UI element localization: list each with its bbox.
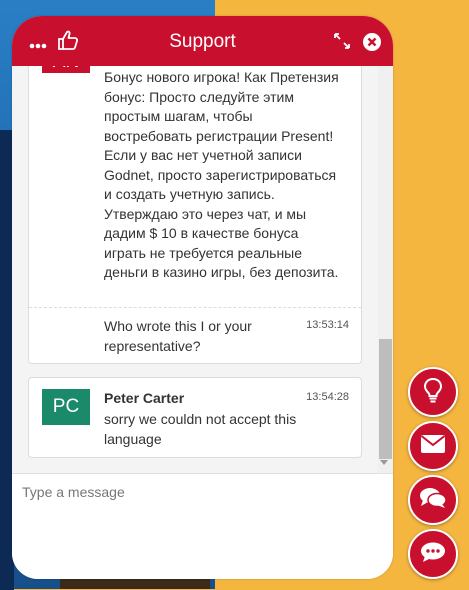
message-text: Бонус нового игрока! Как Претензия бонус… <box>104 69 339 280</box>
message-text: sorry we couldn not accept this language <box>104 411 297 447</box>
avatar: AN <box>42 66 90 73</box>
close-icon[interactable] <box>362 32 382 57</box>
chat-bubbles-icon <box>419 487 447 514</box>
lightbulb-icon <box>422 377 444 408</box>
chat-icon <box>420 541 446 568</box>
envelope-icon <box>420 434 446 459</box>
message-divider <box>29 307 361 308</box>
ideas-button[interactable] <box>408 367 458 417</box>
scrollbar-thumb[interactable] <box>379 339 392 459</box>
message-card: PC Peter Carter 13:54:28 sorry we couldn… <box>28 377 362 458</box>
avatar-initials: PC <box>52 396 80 417</box>
message-list: AN Бонус нового игрока! Как Претензия бо… <box>12 66 393 473</box>
message-text: Who wrote this I or your representative? <box>104 318 252 354</box>
message-sender: Peter Carter <box>104 390 185 406</box>
chat-button[interactable] <box>408 529 458 579</box>
message-input[interactable] <box>20 482 374 566</box>
message-timestamp: 13:54:28 <box>306 391 349 403</box>
avatar: PC <box>42 389 90 425</box>
live-chat-button[interactable] <box>408 475 458 525</box>
avatar-initials: AN <box>53 66 79 72</box>
expand-icon[interactable] <box>333 32 351 55</box>
message-card: AN Бонус нового игрока! Как Претензия бо… <box>28 66 362 364</box>
chat-header: Support <box>12 16 393 66</box>
scroll-down-arrow[interactable] <box>380 460 388 465</box>
message-composer <box>12 473 393 579</box>
message-timestamp: 13:53:14 <box>306 319 349 331</box>
chat-widget: Support AN Бонус нового игрока! Как Прет… <box>12 16 393 579</box>
email-button[interactable] <box>408 421 458 471</box>
